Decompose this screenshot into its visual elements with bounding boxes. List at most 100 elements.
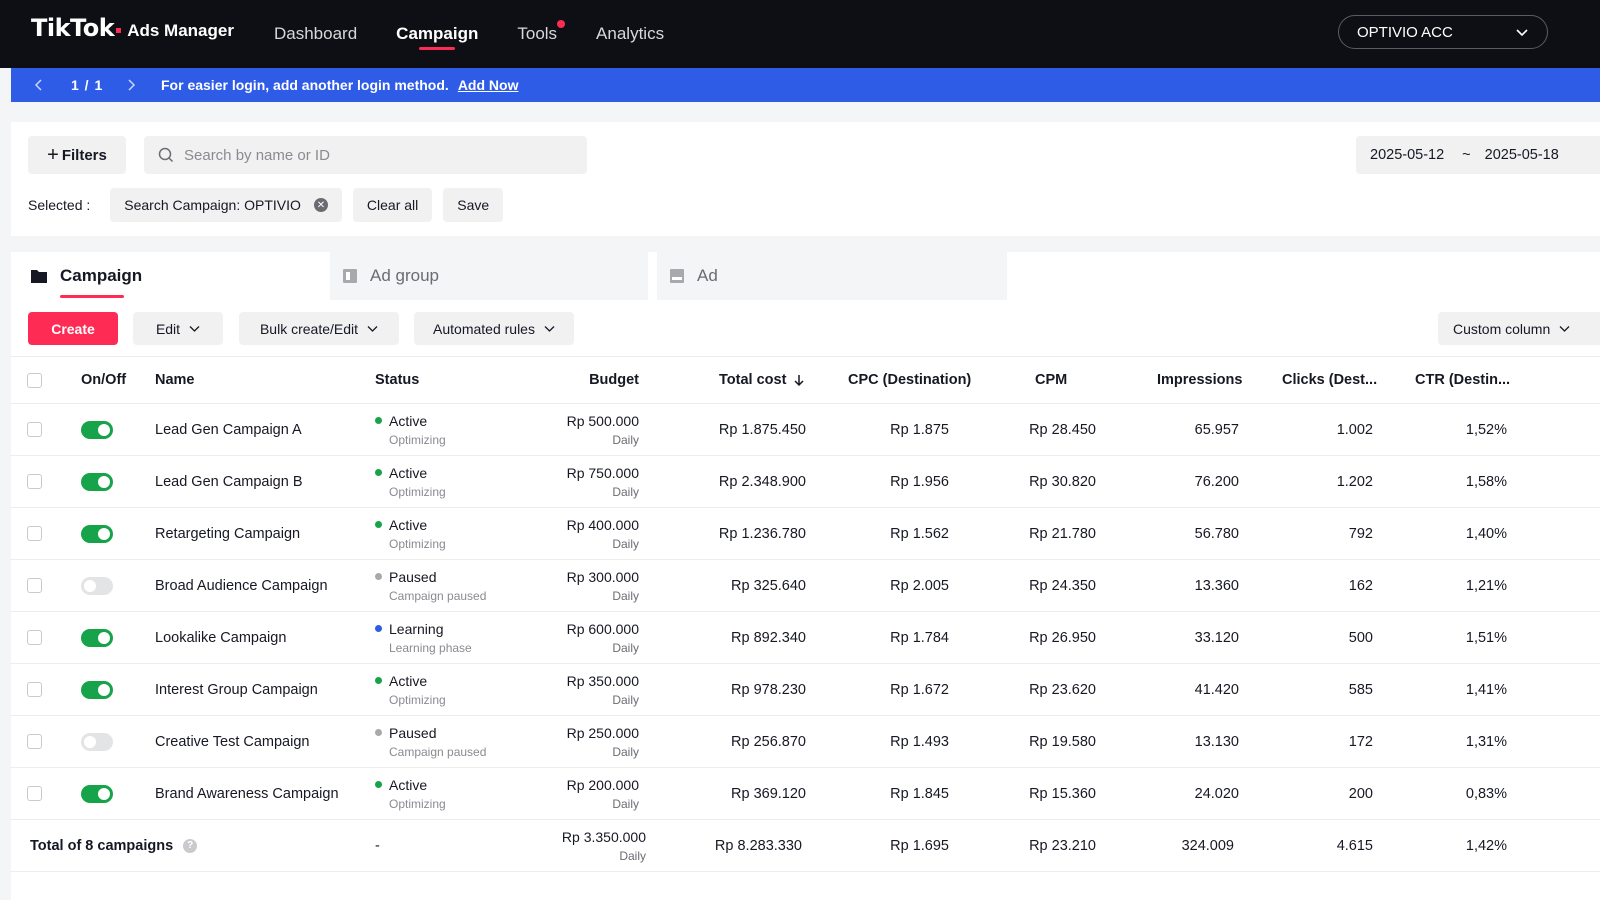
tab-ad-group[interactable]: Ad group [330, 252, 648, 300]
campaign-status: Learning Learning phase [375, 612, 472, 663]
create-button[interactable]: Create [28, 312, 118, 345]
status-label: Paused [389, 568, 437, 585]
table-header: On/Off Name Status Budget Total cost CPC… [11, 356, 1600, 404]
status-line: Active [375, 777, 427, 793]
tiktok-ads-logo[interactable]: TikTok Ads Manager [31, 14, 234, 42]
col-cpm[interactable]: CPM [1035, 357, 1067, 403]
table-total-row: Total of 8 campaigns? - Rp 3.350.000 Daily R… [11, 820, 1600, 872]
chevron-left-icon[interactable] [33, 78, 45, 92]
campaign-name[interactable]: Creative Test Campaign [155, 716, 309, 767]
row-checkbox[interactable] [27, 508, 42, 559]
bulk-edit-dropdown[interactable]: Bulk create/Edit [239, 312, 399, 345]
status-toggle[interactable] [81, 456, 113, 507]
col-total-cost[interactable]: Total cost [719, 357, 806, 403]
automated-rules-dropdown[interactable]: Automated rules [414, 312, 574, 345]
campaign-status: Paused Campaign paused [375, 716, 486, 767]
status-detail: Campaign paused [389, 588, 487, 603]
col-total-cost-label: Total cost [719, 372, 787, 388]
chevron-down-icon [1516, 29, 1528, 37]
nav-dashboard[interactable]: Dashboard [274, 0, 357, 68]
clear-all-button[interactable]: Clear all [352, 188, 433, 222]
total-cost-value: Rp 325.640 [731, 577, 806, 594]
campaign-name[interactable]: Lead Gen Campaign B [155, 456, 303, 507]
status-toggle[interactable] [81, 716, 113, 767]
impressions-value: 24.020 [1194, 785, 1239, 802]
search-icon [158, 147, 174, 163]
checkbox-box [27, 786, 42, 801]
campaign-toolbar: Create Edit Bulk create/Edit Automated r… [28, 312, 1600, 345]
campaign-name[interactable]: Lead Gen Campaign A [155, 404, 302, 455]
row-checkbox[interactable] [27, 456, 42, 507]
budget-type: Daily [612, 796, 639, 811]
create-label: Create [51, 320, 95, 337]
search-box [144, 136, 587, 174]
col-name[interactable]: Name [155, 357, 195, 403]
help-icon[interactable]: ? [183, 838, 198, 853]
impressions-value: 13.130 [1194, 733, 1239, 750]
cpc-value: Rp 1.956 [890, 473, 949, 490]
selected-filters: Selected : Search Campaign: OPTIVIO ✕ Cl… [28, 188, 514, 222]
status-toggle[interactable] [81, 508, 113, 559]
filters-label: Filters [61, 146, 107, 164]
col-onoff[interactable]: On/Off [81, 357, 126, 403]
rules-label: Automated rules [433, 320, 535, 337]
add-now-link[interactable]: Add Now [458, 77, 519, 93]
row-checkbox[interactable] [27, 716, 42, 767]
campaign-name[interactable]: Broad Audience Campaign [155, 560, 328, 611]
table-row: Lookalike Campaign Learning Learning phase… [11, 612, 1600, 664]
remove-chip-icon[interactable]: ✕ [313, 198, 328, 212]
select-all-checkbox[interactable] [27, 357, 42, 403]
col-impressions[interactable]: Impressions [1157, 357, 1242, 403]
col-cpc[interactable]: CPC (Destination) [848, 357, 971, 403]
status-line: Active [375, 673, 427, 689]
tab-ad[interactable]: Ad [657, 252, 1007, 300]
col-clicks[interactable]: Clicks (Dest... [1282, 357, 1377, 403]
cpm-value: Rp 28.450 [1029, 421, 1096, 438]
tab-campaign[interactable]: Campaign [30, 252, 330, 300]
campaign-name[interactable]: Lookalike Campaign [155, 612, 286, 663]
impressions-value: 56.780 [1194, 525, 1239, 542]
sort-descending-icon[interactable] [792, 373, 806, 387]
status-dot-icon [375, 625, 382, 632]
total-cost-value: Rp 978.230 [731, 681, 806, 698]
col-status[interactable]: Status [375, 357, 419, 403]
campaign-name[interactable]: Brand Awareness Campaign [155, 768, 339, 819]
status-toggle[interactable] [81, 664, 113, 715]
total-cost-value: Rp 892.340 [731, 629, 806, 646]
nav-analytics[interactable]: Analytics [596, 0, 664, 68]
status-label: Active [389, 516, 428, 533]
chevron-right-icon[interactable] [125, 78, 137, 92]
save-filter-button[interactable]: Save [443, 188, 504, 222]
col-ctr[interactable]: CTR (Destin... [1415, 357, 1510, 403]
total-budget-value: Rp 3.350.000 [561, 828, 646, 845]
total-budget-type: Daily [619, 848, 646, 863]
row-checkbox[interactable] [27, 612, 42, 663]
custom-column-dropdown[interactable]: Custom column [1438, 312, 1600, 345]
adgroup-icon [342, 268, 358, 284]
status-toggle[interactable] [81, 768, 113, 819]
nav-campaign[interactable]: Campaign [396, 0, 478, 68]
toggle-on [81, 784, 113, 803]
status-toggle[interactable] [81, 560, 113, 611]
nav-analytics-label: Analytics [596, 24, 665, 43]
date-range-picker[interactable]: 2025-05-12 ~ 2025-05-18 [1356, 136, 1600, 174]
col-budget[interactable]: Budget [531, 357, 639, 403]
status-toggle[interactable] [81, 612, 113, 663]
filters-button[interactable]: + Filters [28, 136, 126, 174]
search-input[interactable] [184, 146, 564, 164]
row-checkbox[interactable] [27, 768, 42, 819]
budget-cell: Rp 350.000 Daily [531, 664, 639, 715]
row-checkbox[interactable] [27, 664, 42, 715]
status-detail: Campaign paused [389, 744, 487, 759]
campaign-name[interactable]: Retargeting Campaign [155, 508, 300, 559]
row-checkbox[interactable] [27, 404, 42, 455]
nav-tools[interactable]: Tools [517, 0, 566, 68]
budget-value: Rp 500.000 [566, 412, 639, 429]
edit-dropdown[interactable]: Edit [133, 312, 223, 345]
campaign-name[interactable]: Interest Group Campaign [155, 664, 318, 715]
status-label: Active [389, 672, 428, 689]
account-selector[interactable]: OPTIVIO ACC [1338, 15, 1548, 49]
row-checkbox[interactable] [27, 560, 42, 611]
custom-column-label: Custom column [1453, 320, 1551, 337]
status-toggle[interactable] [81, 404, 113, 455]
